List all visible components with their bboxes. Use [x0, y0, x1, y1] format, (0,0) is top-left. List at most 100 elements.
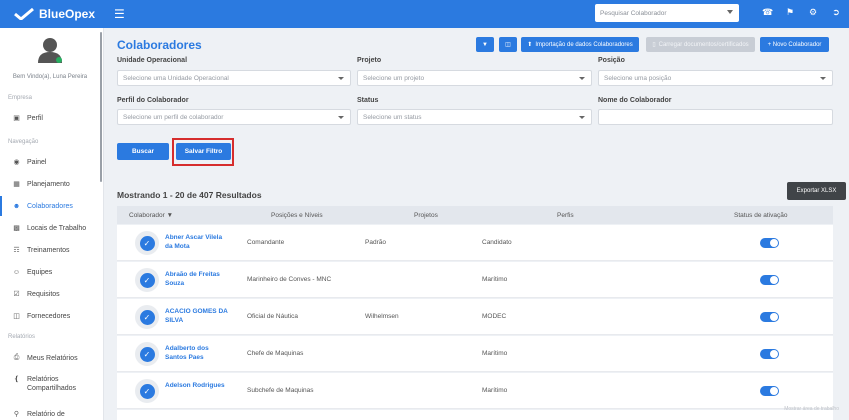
sidebar-item-planejamento[interactable]: ▦ Planejamento [0, 174, 100, 194]
calendar-icon: ▦ [13, 181, 20, 188]
truck-icon: ◫ [13, 313, 20, 320]
import-data-button[interactable]: ⬆ Importação de dados Colaboradores [521, 37, 639, 52]
export-xlsx-button[interactable]: Exportar XLSX [787, 182, 846, 200]
sidebar-item-treinamentos[interactable]: ☶ Treinamentos [0, 240, 100, 260]
collaborator-name-link[interactable]: ACACIO GOMES DA SILVA [165, 307, 231, 325]
highlight-box [172, 138, 234, 166]
row-project: Padrão [365, 239, 386, 246]
sidebar-item-painel[interactable]: ◉ Painel [0, 152, 100, 172]
filter-icon: ▼ [482, 41, 488, 48]
row-profile: Marítimo [482, 387, 508, 394]
activation-toggle[interactable] [760, 386, 779, 396]
collaborator-search-placeholder: Pesquisar Colaborador [600, 9, 667, 17]
team-icon: ☺ [12, 268, 21, 276]
nome-input[interactable] [598, 109, 833, 125]
activation-toggle[interactable] [760, 238, 779, 248]
avatar: ✓ [135, 342, 159, 366]
logout-icon[interactable]: ➲ [831, 7, 841, 18]
sidebar-item-colaboradores[interactable]: ☻ Colaboradores [0, 196, 100, 216]
table-row: ✓ ACACIO GOMES DA SILVA Oficial de Náuti… [117, 299, 833, 335]
sidebar-item-label: Colaboradores [27, 202, 73, 210]
upload-documents-button[interactable]: ▯ Carregar documentos/certificados [646, 37, 755, 52]
status-label: Status [357, 97, 379, 104]
building-icon: ▩ [13, 225, 20, 232]
share-icon: ❴ [13, 376, 20, 383]
table-row: ✓ Adelson Rodrigues Subchefe de Maquinas… [117, 373, 833, 409]
sidebar-item-label: Perfil [27, 114, 43, 122]
sidebar-scrollbar[interactable] [99, 32, 103, 412]
dashboard-icon: ◉ [13, 159, 20, 166]
search-icon: ⚲ [13, 411, 20, 418]
row-project: Wilhelmsen [365, 313, 399, 320]
page-title: Colaboradores [117, 38, 202, 52]
collaborator-name-link[interactable]: Abraão de Freitas Souza [165, 270, 231, 288]
sidebar-item-label: Meus Relatórios [27, 354, 78, 362]
collaborator-search-select[interactable]: Pesquisar Colaborador [595, 4, 739, 22]
avatar[interactable] [36, 36, 64, 64]
check-icon: ✓ [139, 235, 155, 251]
sidebar-item-relatorios-compartilhados[interactable]: ❴ Relatórios Compartilhados [0, 375, 100, 399]
checkbox-icon: ☑ [13, 291, 20, 298]
table-row: ✓ Adalberto dos Santos Paes Chefe de Maq… [117, 336, 833, 372]
bell-icon[interactable]: ⚑ [785, 7, 795, 18]
collaborator-name-link[interactable]: Adelson Rodrigues [165, 381, 231, 390]
projeto-label: Projeto [357, 57, 382, 64]
posicao-label: Posição [598, 57, 625, 64]
chevron-down-icon [579, 77, 585, 80]
row-position: Chefe de Maquinas [247, 350, 304, 357]
filter-button[interactable]: ▼ [476, 37, 494, 52]
header-colaborador[interactable]: Colaborador ▼ [129, 212, 173, 219]
sidebar-item-meus-relatorios[interactable]: ⎙ Meus Relatórios [0, 348, 100, 368]
sidebar-item-label: Requisitos [27, 290, 60, 298]
row-position: Comandante [247, 239, 285, 246]
check-icon: ✓ [139, 346, 155, 362]
results-count: Mostrando 1 - 20 de 407 Resultados [117, 190, 262, 200]
collaborator-name-link[interactable]: Adalberto dos Santos Paes [165, 344, 231, 362]
sort-down-icon: ▼ [166, 211, 174, 219]
gear-icon[interactable]: ⚙ [808, 7, 818, 18]
menu-toggle-icon[interactable]: ☰ [114, 7, 125, 21]
brand-check-icon [14, 8, 34, 20]
briefcase-icon: ▣ [13, 115, 20, 122]
collaborator-name-link[interactable]: Abner Ascar Vilela da Mota [165, 233, 231, 251]
avatar: ✓ [135, 305, 159, 329]
perfil-select[interactable]: Selecione um perfil de colaborador [117, 109, 351, 125]
print-icon: ⎙ [13, 354, 20, 361]
chevron-down-icon [820, 77, 826, 80]
chevron-down-icon [727, 10, 733, 14]
status-placeholder: Selecione um status [363, 113, 422, 121]
headset-icon[interactable]: ☎ [762, 7, 773, 18]
projeto-select[interactable]: Selecione um projeto [357, 70, 592, 86]
activation-toggle[interactable] [760, 349, 779, 359]
perfil-label: Perfil do Colaborador [117, 97, 189, 104]
new-collaborator-button[interactable]: + Novo Colaborador [760, 37, 829, 52]
top-bar: BlueOpex ☰ Pesquisar Colaborador ☎ ⚑ ⚙ ➲ [0, 0, 849, 28]
activation-toggle[interactable] [760, 275, 779, 285]
sidebar-item-equipes[interactable]: ☺ Equipes [0, 262, 100, 282]
sidebar: Bem Vindo(a), Luna Pereira Empresa ▣ Per… [0, 28, 104, 420]
posicao-select[interactable]: Selecione uma posição [598, 70, 833, 86]
search-button[interactable]: Buscar [117, 143, 169, 160]
sidebar-item-locais[interactable]: ▩ Locais de Trabalho [0, 218, 100, 238]
document-icon: ▯ [652, 42, 656, 48]
columns-icon: ◫ [505, 42, 511, 48]
table-row: ✓ Abraão de Freitas Souza Marinheiro de … [117, 262, 833, 298]
sidebar-item-relatorio-de[interactable]: ⚲ Relatório de [0, 404, 100, 420]
sidebar-item-perfil[interactable]: ▣ Perfil [0, 108, 100, 128]
unidade-select[interactable]: Selecione uma Unidade Operacional [117, 70, 351, 86]
section-relatorios: Relatórios [8, 334, 36, 340]
brand-name: BlueOpex [39, 7, 96, 21]
columns-button[interactable]: ◫ [499, 37, 517, 52]
perfil-placeholder: Selecione um perfil de colaborador [123, 113, 224, 121]
sidebar-item-label: Locais de Trabalho [27, 224, 87, 232]
status-select[interactable]: Selecione um status [357, 109, 592, 125]
brand-logo[interactable]: BlueOpex [0, 7, 104, 21]
users-icon: ☻ [12, 202, 21, 210]
section-navegacao: Navegação [8, 139, 39, 145]
sidebar-item-fornecedores[interactable]: ◫ Fornecedores [0, 306, 100, 326]
sidebar-item-label: Painel [27, 158, 47, 166]
sidebar-item-requisitos[interactable]: ☑ Requisitos [0, 284, 100, 304]
row-profile: Marítimo [482, 350, 508, 357]
header-perfis: Perfis [557, 211, 574, 219]
activation-toggle[interactable] [760, 312, 779, 322]
